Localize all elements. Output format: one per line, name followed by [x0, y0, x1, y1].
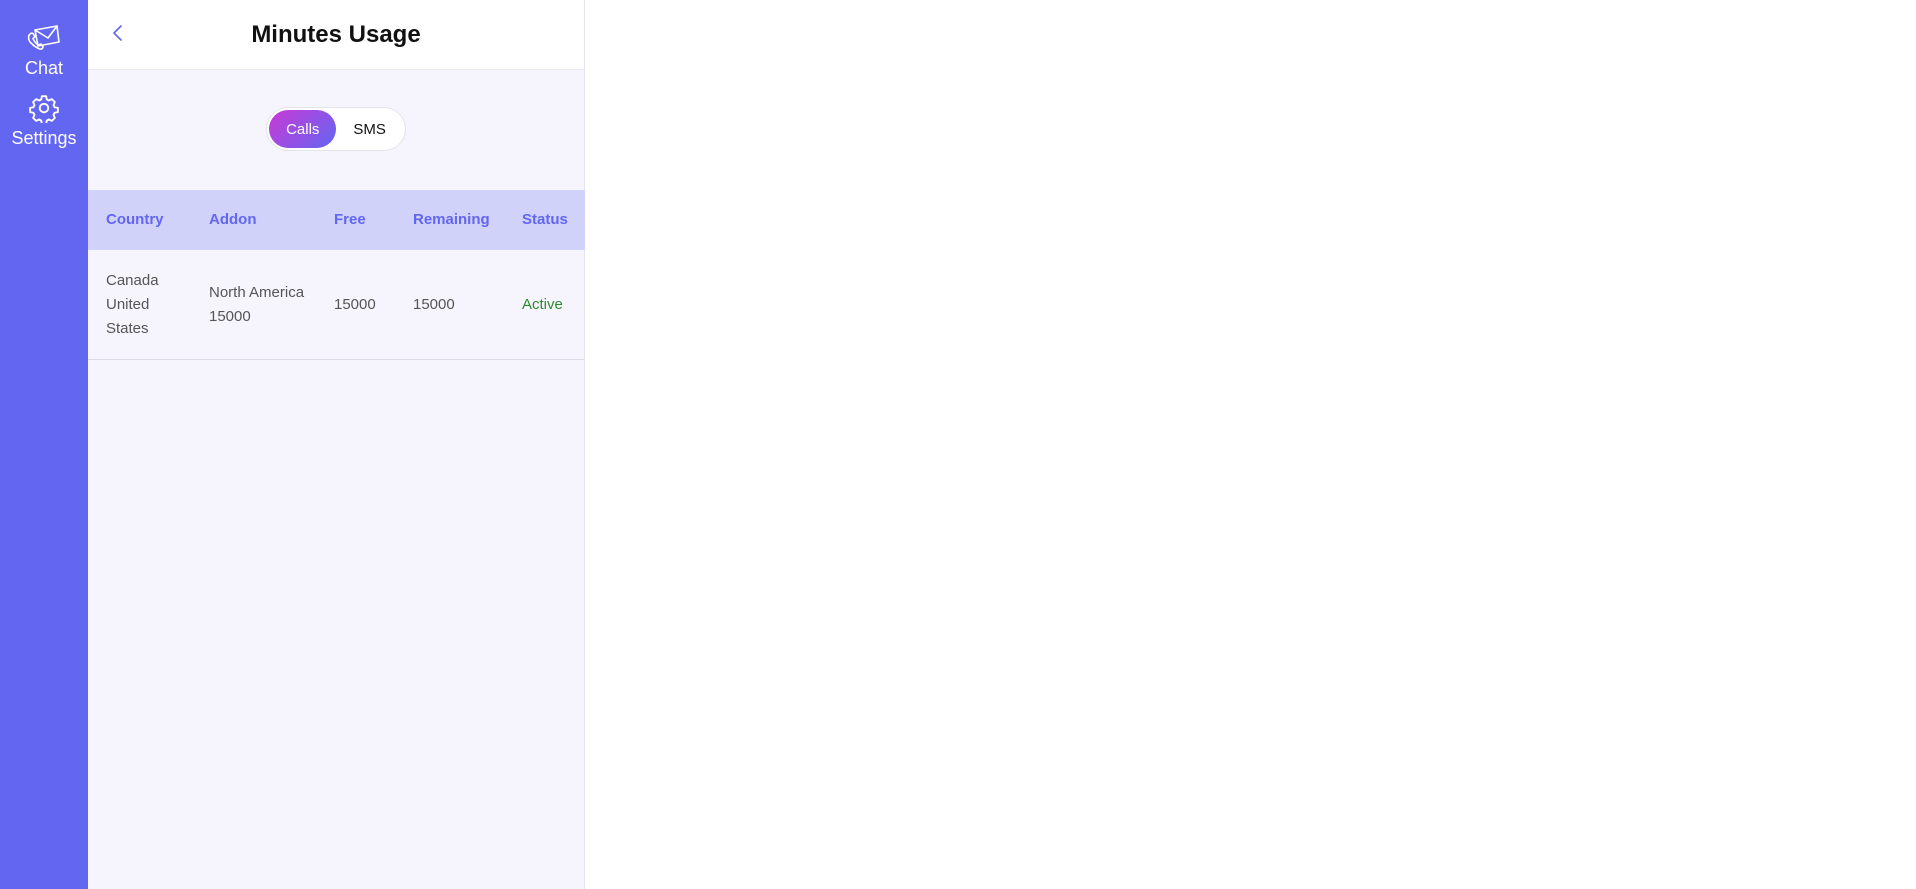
sidebar-item-label: Settings [11, 128, 77, 148]
sidebar-item-label: Chat [24, 58, 64, 78]
page-title: Minutes Usage [251, 20, 421, 48]
status-badge: Active [522, 295, 563, 313]
column-header-country: Country [106, 211, 164, 228]
gear-icon [26, 92, 62, 124]
chevron-left-icon [113, 25, 122, 41]
usage-type-toggle-wrap: Calls SMS [88, 107, 584, 151]
table-row: Canada United States North America 15000… [88, 250, 585, 360]
cell-free: 15000 [334, 295, 376, 313]
sidebar: Chat Settings [0, 0, 88, 889]
toggle-calls-button[interactable]: Calls [269, 110, 337, 148]
sidebar-item-chat[interactable]: Chat [0, 22, 88, 79]
column-header-status: Status [522, 211, 568, 228]
app-root: Chat Settings Minutes Usage Calls SMS Co… [0, 0, 1916, 889]
cell-addon: North America 15000 [209, 283, 305, 325]
column-header-remaining: Remaining [413, 211, 490, 228]
table-header-row: Country Addon Free Remaining Status [88, 190, 585, 250]
usage-table: Country Addon Free Remaining Status Cana… [88, 190, 585, 360]
cell-remaining: 15000 [413, 295, 455, 313]
usage-type-toggle: Calls SMS [266, 107, 406, 151]
back-button[interactable] [106, 21, 130, 45]
column-header-free: Free [334, 211, 366, 228]
sidebar-item-settings[interactable]: Settings [0, 92, 88, 149]
panel-header: Minutes Usage [88, 0, 584, 70]
cell-country: Canada United States [106, 271, 159, 337]
chat-envelope-icon [26, 22, 62, 54]
minutes-usage-panel: Minutes Usage Calls SMS Country Addon Fr… [88, 0, 585, 889]
toggle-sms-button[interactable]: SMS [336, 110, 403, 148]
column-header-addon: Addon [209, 211, 257, 228]
